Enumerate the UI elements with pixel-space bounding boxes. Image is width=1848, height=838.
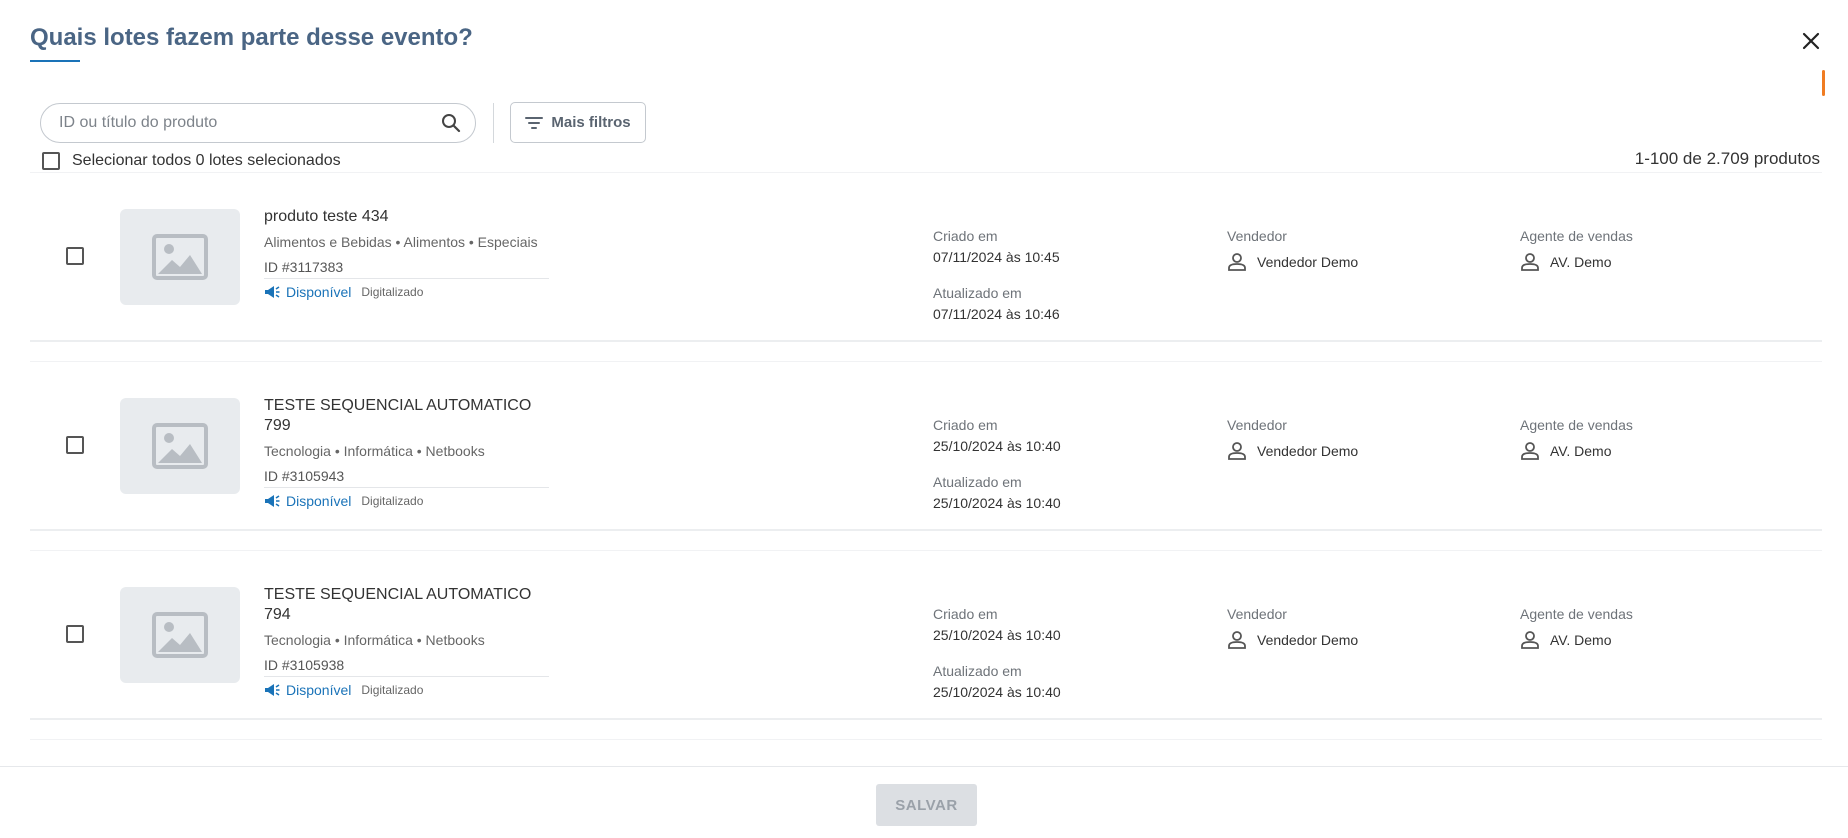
updated-value: 07/11/2024 às 10:46 [933,306,1060,322]
product-id: ID #3105943 [264,467,549,488]
seller-label: Vendedor [1227,606,1287,622]
select-all-label: Selecionar todos 0 lotes selecionados [72,152,341,169]
product-category: Tecnologia • Informática • Netbooks [264,443,485,459]
product-checkbox[interactable] [66,625,84,643]
person-icon [1521,631,1539,649]
select-all[interactable]: Selecionar todos 0 lotes selecionados [42,152,341,170]
agent-name: AV. Demo [1550,632,1612,648]
status-tag: Digitalizado [361,494,424,508]
person-icon [1521,442,1539,460]
product-id: ID #3105938 [264,656,549,677]
product-checkbox[interactable] [66,436,84,454]
created-value: 07/11/2024 às 10:45 [933,249,1060,265]
product-id: ID #3117383 [264,258,549,279]
toolbar-divider [493,103,494,143]
created-label: Criado em [933,228,998,244]
close-icon [1802,32,1820,50]
search-icon[interactable] [439,111,463,135]
scroll-indicator [1822,70,1825,96]
product-row[interactable]: produto teste 434 Alimentos e Bebidas • … [30,172,1822,342]
updated-label: Atualizado em [933,663,1022,679]
megaphone-icon [265,495,280,507]
close-button[interactable] [1796,26,1826,56]
created-value: 25/10/2024 às 10:40 [933,438,1061,454]
person-icon [1228,253,1246,271]
megaphone-icon [265,286,280,298]
search-input[interactable] [59,114,439,132]
person-icon [1521,253,1539,271]
status-available: Disponível [286,284,352,300]
status-available: Disponível [286,682,352,698]
seller-name: Vendedor Demo [1257,632,1359,648]
product-checkbox[interactable] [66,247,84,265]
save-button[interactable]: SALVAR [876,784,977,826]
select-all-checkbox[interactable] [42,152,60,170]
image-placeholder-icon [152,423,208,469]
product-row[interactable]: TESTE SEQUENCIAL AUTOMATICO 794 Tecnolog… [30,550,1822,720]
filter-icon [525,116,544,129]
results-count: 1-100 de 2.709 produtos [1634,149,1820,168]
product-name[interactable]: TESTE SEQUENCIAL AUTOMATICO 799 [264,396,549,436]
agent-label: Agente de vendas [1520,606,1633,622]
status-tag: Digitalizado [361,285,424,299]
product-thumbnail [120,398,240,494]
product-name[interactable]: TESTE SEQUENCIAL AUTOMATICO 794 [264,585,549,625]
modal-title: Quais lotes fazem parte desse evento? [30,24,473,51]
updated-value: 25/10/2024 às 10:40 [933,495,1061,511]
agent-name: AV. Demo [1550,254,1612,270]
updated-value: 25/10/2024 às 10:40 [933,684,1061,700]
status-available: Disponível [286,493,352,509]
search-box[interactable] [40,103,476,143]
more-filters-label: Mais filtros [551,114,631,131]
person-icon [1228,442,1246,460]
updated-label: Atualizado em [933,474,1022,490]
person-icon [1228,631,1246,649]
agent-label: Agente de vendas [1520,417,1633,433]
product-thumbnail [120,209,240,305]
product-category: Tecnologia • Informática • Netbooks [264,632,485,648]
status-tag: Digitalizado [361,683,424,697]
title-underline [30,60,80,62]
image-placeholder-icon [152,612,208,658]
product-row-partial [30,739,1822,766]
product-thumbnail [120,587,240,683]
product-name[interactable]: produto teste 434 [264,207,549,227]
image-placeholder-icon [152,234,208,280]
updated-label: Atualizado em [933,285,1022,301]
seller-label: Vendedor [1227,417,1287,433]
megaphone-icon [265,684,280,696]
seller-name: Vendedor Demo [1257,254,1359,270]
modal-footer: SALVAR [0,766,1848,838]
seller-name: Vendedor Demo [1257,443,1359,459]
agent-name: AV. Demo [1550,443,1612,459]
product-row[interactable]: TESTE SEQUENCIAL AUTOMATICO 799 Tecnolog… [30,361,1822,531]
created-label: Criado em [933,417,998,433]
created-value: 25/10/2024 às 10:40 [933,627,1061,643]
seller-label: Vendedor [1227,228,1287,244]
more-filters-button[interactable]: Mais filtros [510,102,646,143]
created-label: Criado em [933,606,998,622]
agent-label: Agente de vendas [1520,228,1633,244]
product-category: Alimentos e Bebidas • Alimentos • Especi… [264,234,538,250]
